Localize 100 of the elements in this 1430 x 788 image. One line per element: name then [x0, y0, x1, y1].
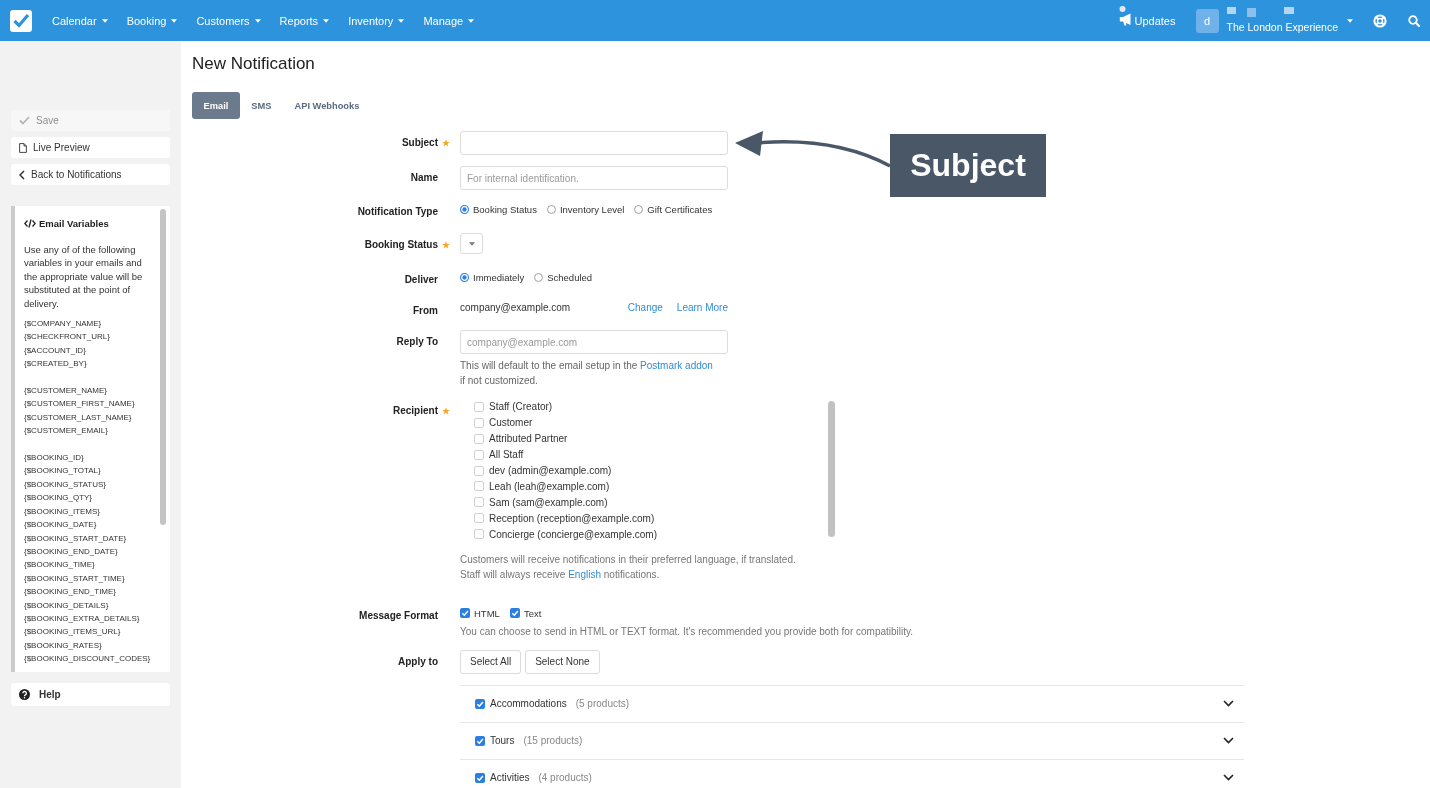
- back-button[interactable]: Back to Notifications: [11, 164, 170, 185]
- tab[interactable]: API Webhooks: [282, 92, 371, 119]
- tab[interactable]: SMS: [239, 92, 283, 119]
- field-label: Name: [409, 171, 438, 185]
- caret-icon: [468, 18, 475, 23]
- checkbox-option[interactable]: Attributed Partner: [460, 430, 836, 447]
- field-value: company@example.com: [460, 301, 571, 313]
- radio-icon[interactable]: [534, 272, 544, 282]
- note-text: Customers will receive notifications in their preferred language, if translated.: [460, 552, 797, 567]
- checkbox-option[interactable]: Text: [509, 607, 542, 619]
- dropdown[interactable]: [460, 233, 483, 254]
- caret-icon: [398, 18, 405, 23]
- text-input[interactable]: company@example.com: [460, 330, 728, 354]
- checkbox-checked-icon[interactable]: [475, 772, 485, 783]
- checkbox-icon[interactable]: [474, 497, 484, 508]
- radio-option[interactable]: Gift Certificates: [634, 203, 713, 215]
- checkbox-option[interactable]: dev (admin@example.com): [460, 462, 836, 479]
- checkbox-option[interactable]: Concierge (concierge@example.com): [460, 526, 836, 542]
- callout-label: Subject: [890, 134, 1046, 197]
- variable-text: {$BOOKING_ITEMS}: [24, 505, 102, 518]
- variable-text: {$BOOKING_END_DATE}: [24, 545, 119, 558]
- checkbox-checked-icon[interactable]: [509, 608, 520, 618]
- text-input[interactable]: For internal identification.: [460, 166, 728, 190]
- variable-text: {$BOOKING_START_TIME}: [24, 572, 126, 585]
- category-row[interactable]: Activities (4 products): [460, 758, 1244, 788]
- variable-text: {$BOOKING_DISCOUNT_CODES}: [24, 653, 152, 666]
- checkbox-icon[interactable]: [474, 449, 484, 460]
- checkbox-option[interactable]: Staff (Creator): [460, 399, 836, 415]
- logo-icon[interactable]: [10, 9, 32, 32]
- checkbox-icon[interactable]: [474, 513, 484, 524]
- tab[interactable]: Email: [192, 92, 240, 119]
- chevron-down-icon[interactable]: [1223, 737, 1234, 744]
- checkbox-icon[interactable]: [474, 433, 484, 444]
- live-preview-button[interactable]: Live Preview: [11, 137, 170, 158]
- note-text: You can choose to send in HTML or TEXT format. It's recommended you provide both for compatibility.: [460, 624, 915, 639]
- radio-selected-icon[interactable]: [460, 204, 469, 214]
- chevron-down-icon[interactable]: [1223, 700, 1234, 707]
- select-button[interactable]: Select All: [460, 649, 522, 674]
- radio-option[interactable]: Scheduled: [534, 271, 593, 283]
- product-count: (15 products): [523, 735, 583, 746]
- checkbox-icon[interactable]: [474, 465, 484, 476]
- text-input[interactable]: [460, 131, 728, 155]
- link[interactable]: Change: [627, 301, 663, 313]
- panel-title: Email Variables: [39, 218, 109, 229]
- checkbox-icon[interactable]: [474, 529, 484, 540]
- radio-icon[interactable]: [546, 204, 556, 214]
- checkbox-option[interactable]: Reception (reception@example.com): [460, 510, 836, 527]
- link[interactable]: Learn More: [676, 301, 728, 313]
- checkbox-icon[interactable]: [474, 417, 484, 428]
- field-label: Notification Type: [356, 205, 438, 219]
- checkbox-option[interactable]: Customer: [460, 414, 836, 431]
- link[interactable]: Postmark addon: [640, 360, 713, 371]
- radio-option[interactable]: Booking Status: [460, 203, 537, 215]
- checkbox-checked-icon[interactable]: [475, 735, 485, 746]
- chevron-down-icon[interactable]: [1223, 774, 1234, 781]
- checkbox-checked-icon[interactable]: [475, 698, 485, 709]
- radio-option[interactable]: Immediately: [460, 271, 525, 283]
- help-icon: [19, 689, 30, 700]
- search-icon[interactable]: [1408, 14, 1420, 27]
- help-text: if not customized.: [460, 374, 539, 388]
- checkbox-icon[interactable]: [474, 401, 484, 412]
- category-name: Accommodations: [490, 698, 567, 709]
- field-label: Booking Status: [363, 238, 438, 252]
- checkbox-option[interactable]: HTML: [460, 607, 500, 619]
- field-label: From: [412, 304, 438, 318]
- caret-icon: [1347, 18, 1353, 23]
- variable-text: {$BOOKING_ID}: [24, 452, 85, 465]
- checkbox-icon[interactable]: [474, 481, 484, 492]
- checkbox-checked-icon[interactable]: [460, 608, 470, 618]
- variable-text: {$BOOKING_DATE}: [24, 519, 98, 532]
- checkbox-option[interactable]: Sam (sam@example.com): [460, 494, 836, 511]
- panel-description: Use any of of the following variables in your emails and the appropriate value will be substituted at the point of delivery.: [24, 243, 144, 311]
- field-label: Recipient: [392, 404, 438, 418]
- select-button[interactable]: Select None: [525, 649, 600, 674]
- variable-text: {$BOOKING_EXTRA_DETAILS}: [24, 612, 141, 625]
- radio-icon[interactable]: [634, 204, 644, 214]
- product-count: (4 products): [538, 772, 592, 783]
- link[interactable]: English: [568, 568, 601, 580]
- variable-text: {$CUSTOMER_EMAIL}: [24, 425, 109, 438]
- caret-icon: [171, 18, 178, 23]
- variable-text: {$BOOKING_TIME}: [24, 559, 96, 572]
- help-button[interactable]: Help: [11, 683, 170, 706]
- scrollbar-thumb[interactable]: [160, 209, 166, 525]
- page-title: New Notification: [192, 54, 316, 74]
- category-row[interactable]: Accommodations (5 products): [460, 684, 1244, 722]
- caret-icon: [468, 241, 475, 246]
- field-label: Apply to: [397, 654, 438, 669]
- lifebuoy-icon[interactable]: [1373, 13, 1387, 28]
- variable-text: {$CUSTOMER_LAST_NAME}: [24, 411, 133, 424]
- variable-text: {$CHECKFRONT_URL}: [24, 331, 111, 344]
- radio-option[interactable]: Inventory Level: [546, 203, 625, 215]
- checkbox-option[interactable]: All Staff: [460, 446, 836, 463]
- variable-text: {$BOOKING_END_TIME}: [24, 586, 118, 599]
- category-row[interactable]: Tours (15 products): [460, 721, 1244, 759]
- field-label: Subject: [400, 136, 438, 150]
- checkbox-option[interactable]: Leah (leah@example.com): [460, 478, 836, 495]
- radio-selected-icon[interactable]: [460, 272, 469, 282]
- scrollbar-thumb[interactable]: [828, 401, 835, 537]
- variable-text: {$BOOKING_RATES}: [24, 639, 103, 652]
- caret-icon: [101, 18, 108, 23]
